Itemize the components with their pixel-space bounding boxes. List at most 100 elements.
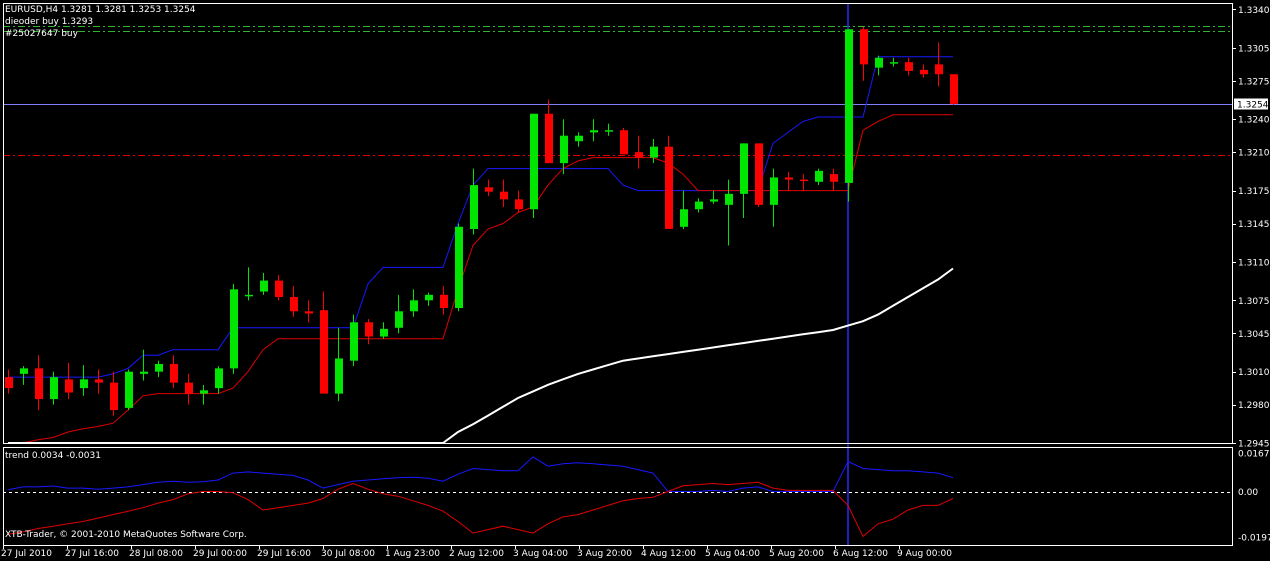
candle-39[interactable] <box>590 130 598 133</box>
candle-1[interactable] <box>20 368 28 374</box>
x-tick-label-14: 9 Aug 00:00 <box>897 549 952 559</box>
copyright-watermark: XTB-Trader, © 2001-2010 MetaQuotes Softw… <box>5 530 247 540</box>
x-tick-label-3: 29 Jul 00:00 <box>193 549 247 559</box>
indicator-axis-label-1: 0.00 <box>1238 488 1258 498</box>
y-tick-label-6: 1.3145 <box>1238 220 1270 230</box>
x-tick-label-7: 2 Aug 12:00 <box>449 549 504 559</box>
chart-background <box>0 0 1270 561</box>
candle-15[interactable] <box>230 289 238 369</box>
candle-19[interactable] <box>290 297 298 312</box>
candle-62[interactable] <box>935 64 943 75</box>
candle-7[interactable] <box>110 382 118 411</box>
candle-23[interactable] <box>350 322 358 361</box>
candle-28[interactable] <box>425 294 433 301</box>
candle-55[interactable] <box>830 174 838 182</box>
candle-60[interactable] <box>905 62 913 71</box>
candle-34[interactable] <box>515 199 523 210</box>
candle-29[interactable] <box>440 294 448 309</box>
candle-16[interactable] <box>245 294 253 297</box>
candle-8[interactable] <box>125 371 133 408</box>
y-tick-label-9: 1.3045 <box>1238 330 1270 340</box>
candle-45[interactable] <box>680 209 688 227</box>
candle-50[interactable] <box>755 143 763 205</box>
candle-57[interactable] <box>860 29 868 65</box>
indicator-label: trend 0.0034 -0.0031 <box>5 451 101 461</box>
candle-42[interactable] <box>635 152 643 158</box>
candle-25[interactable] <box>380 328 388 337</box>
y-tick-label-7: 1.3110 <box>1238 258 1270 268</box>
candle-22[interactable] <box>335 358 343 394</box>
candle-5[interactable] <box>80 379 88 389</box>
y-tick-label-4: 1.3210 <box>1238 149 1270 159</box>
candle-6[interactable] <box>95 379 103 383</box>
y-tick-label-8: 1.3075 <box>1238 297 1270 307</box>
candle-4[interactable] <box>65 379 73 393</box>
candle-53[interactable] <box>800 179 808 182</box>
order-ticket: #25027647 buy <box>5 29 78 39</box>
candle-58[interactable] <box>875 57 883 68</box>
candle-59[interactable] <box>890 62 898 64</box>
x-tick-label-9: 3 Aug 20:00 <box>577 549 632 559</box>
x-tick-label-13: 6 Aug 12:00 <box>833 549 888 559</box>
candle-14[interactable] <box>215 368 223 389</box>
candle-33[interactable] <box>500 191 508 200</box>
indicator-axis-label-0: 0.0167 <box>1238 450 1270 460</box>
candle-46[interactable] <box>695 201 703 210</box>
candle-52[interactable] <box>785 177 793 180</box>
candle-20[interactable] <box>305 311 313 314</box>
candle-18[interactable] <box>275 280 283 298</box>
candle-10[interactable] <box>155 363 163 372</box>
x-tick-label-5: 30 Jul 08:00 <box>321 549 375 559</box>
candle-11[interactable] <box>170 363 178 383</box>
candle-30[interactable] <box>455 226 463 309</box>
candle-12[interactable] <box>185 382 193 394</box>
candle-63[interactable] <box>950 74 958 104</box>
candle-32[interactable] <box>485 187 493 192</box>
x-tick-label-4: 29 Jul 16:00 <box>257 549 311 559</box>
candle-13[interactable] <box>200 390 208 394</box>
symbol-info: EURUSD,H4 1.3281 1.3281 1.3253 1.3254 <box>5 5 196 15</box>
order-label: dieoder buy 1.3293 <box>5 17 94 27</box>
candle-27[interactable] <box>410 300 418 312</box>
candle-35[interactable] <box>530 113 538 210</box>
candle-47[interactable] <box>710 199 718 202</box>
candle-21[interactable] <box>320 310 328 394</box>
y-tick-label-12: 1.2945 <box>1238 440 1270 450</box>
candle-37[interactable] <box>560 135 568 164</box>
indicator-axis-label-2: -0.0197 <box>1238 534 1270 544</box>
x-tick-label-6: 1 Aug 23:00 <box>385 549 440 559</box>
candle-54[interactable] <box>815 170 823 182</box>
y-tick-label-5: 1.3175 <box>1238 187 1270 197</box>
candle-44[interactable] <box>665 146 673 229</box>
candle-31[interactable] <box>470 185 478 229</box>
candle-51[interactable] <box>770 177 778 205</box>
y-tick-label-10: 1.3010 <box>1238 368 1270 378</box>
candle-2[interactable] <box>35 368 43 400</box>
y-tick-label-1: 1.3305 <box>1238 44 1270 54</box>
candle-40[interactable] <box>605 130 613 132</box>
y-tick-label-3: 1.3240 <box>1238 116 1270 126</box>
candle-26[interactable] <box>395 311 403 328</box>
candle-24[interactable] <box>365 322 373 337</box>
y-tick-label-0: 1.3340 <box>1238 6 1270 16</box>
candle-3[interactable] <box>50 377 58 400</box>
candle-49[interactable] <box>740 143 748 194</box>
candle-43[interactable] <box>650 146 658 158</box>
current-price-label: 1.3254 <box>1237 101 1269 111</box>
x-tick-label-0: 27 Jul 2010 <box>1 549 52 559</box>
x-tick-label-1: 27 Jul 16:00 <box>65 549 119 559</box>
price-chart[interactable]: 1.3340 1.3305 1.3275 1.3240 1.3210 1.3175 1.31… <box>0 0 1270 561</box>
candle-9[interactable] <box>140 371 148 374</box>
candle-36[interactable] <box>545 113 553 164</box>
candle-0[interactable] <box>5 377 13 389</box>
x-tick-label-11: 5 Aug 04:00 <box>705 549 760 559</box>
candle-61[interactable] <box>920 69 928 75</box>
candle-38[interactable] <box>575 135 583 142</box>
candle-41[interactable] <box>620 130 628 155</box>
candle-48[interactable] <box>725 193 733 205</box>
x-tick-label-8: 3 Aug 04:00 <box>513 549 568 559</box>
y-tick-label-11: 1.2980 <box>1238 401 1270 411</box>
candle-17[interactable] <box>260 280 268 292</box>
candle-56[interactable] <box>845 29 853 183</box>
y-tick-label-2: 1.3275 <box>1238 77 1270 87</box>
